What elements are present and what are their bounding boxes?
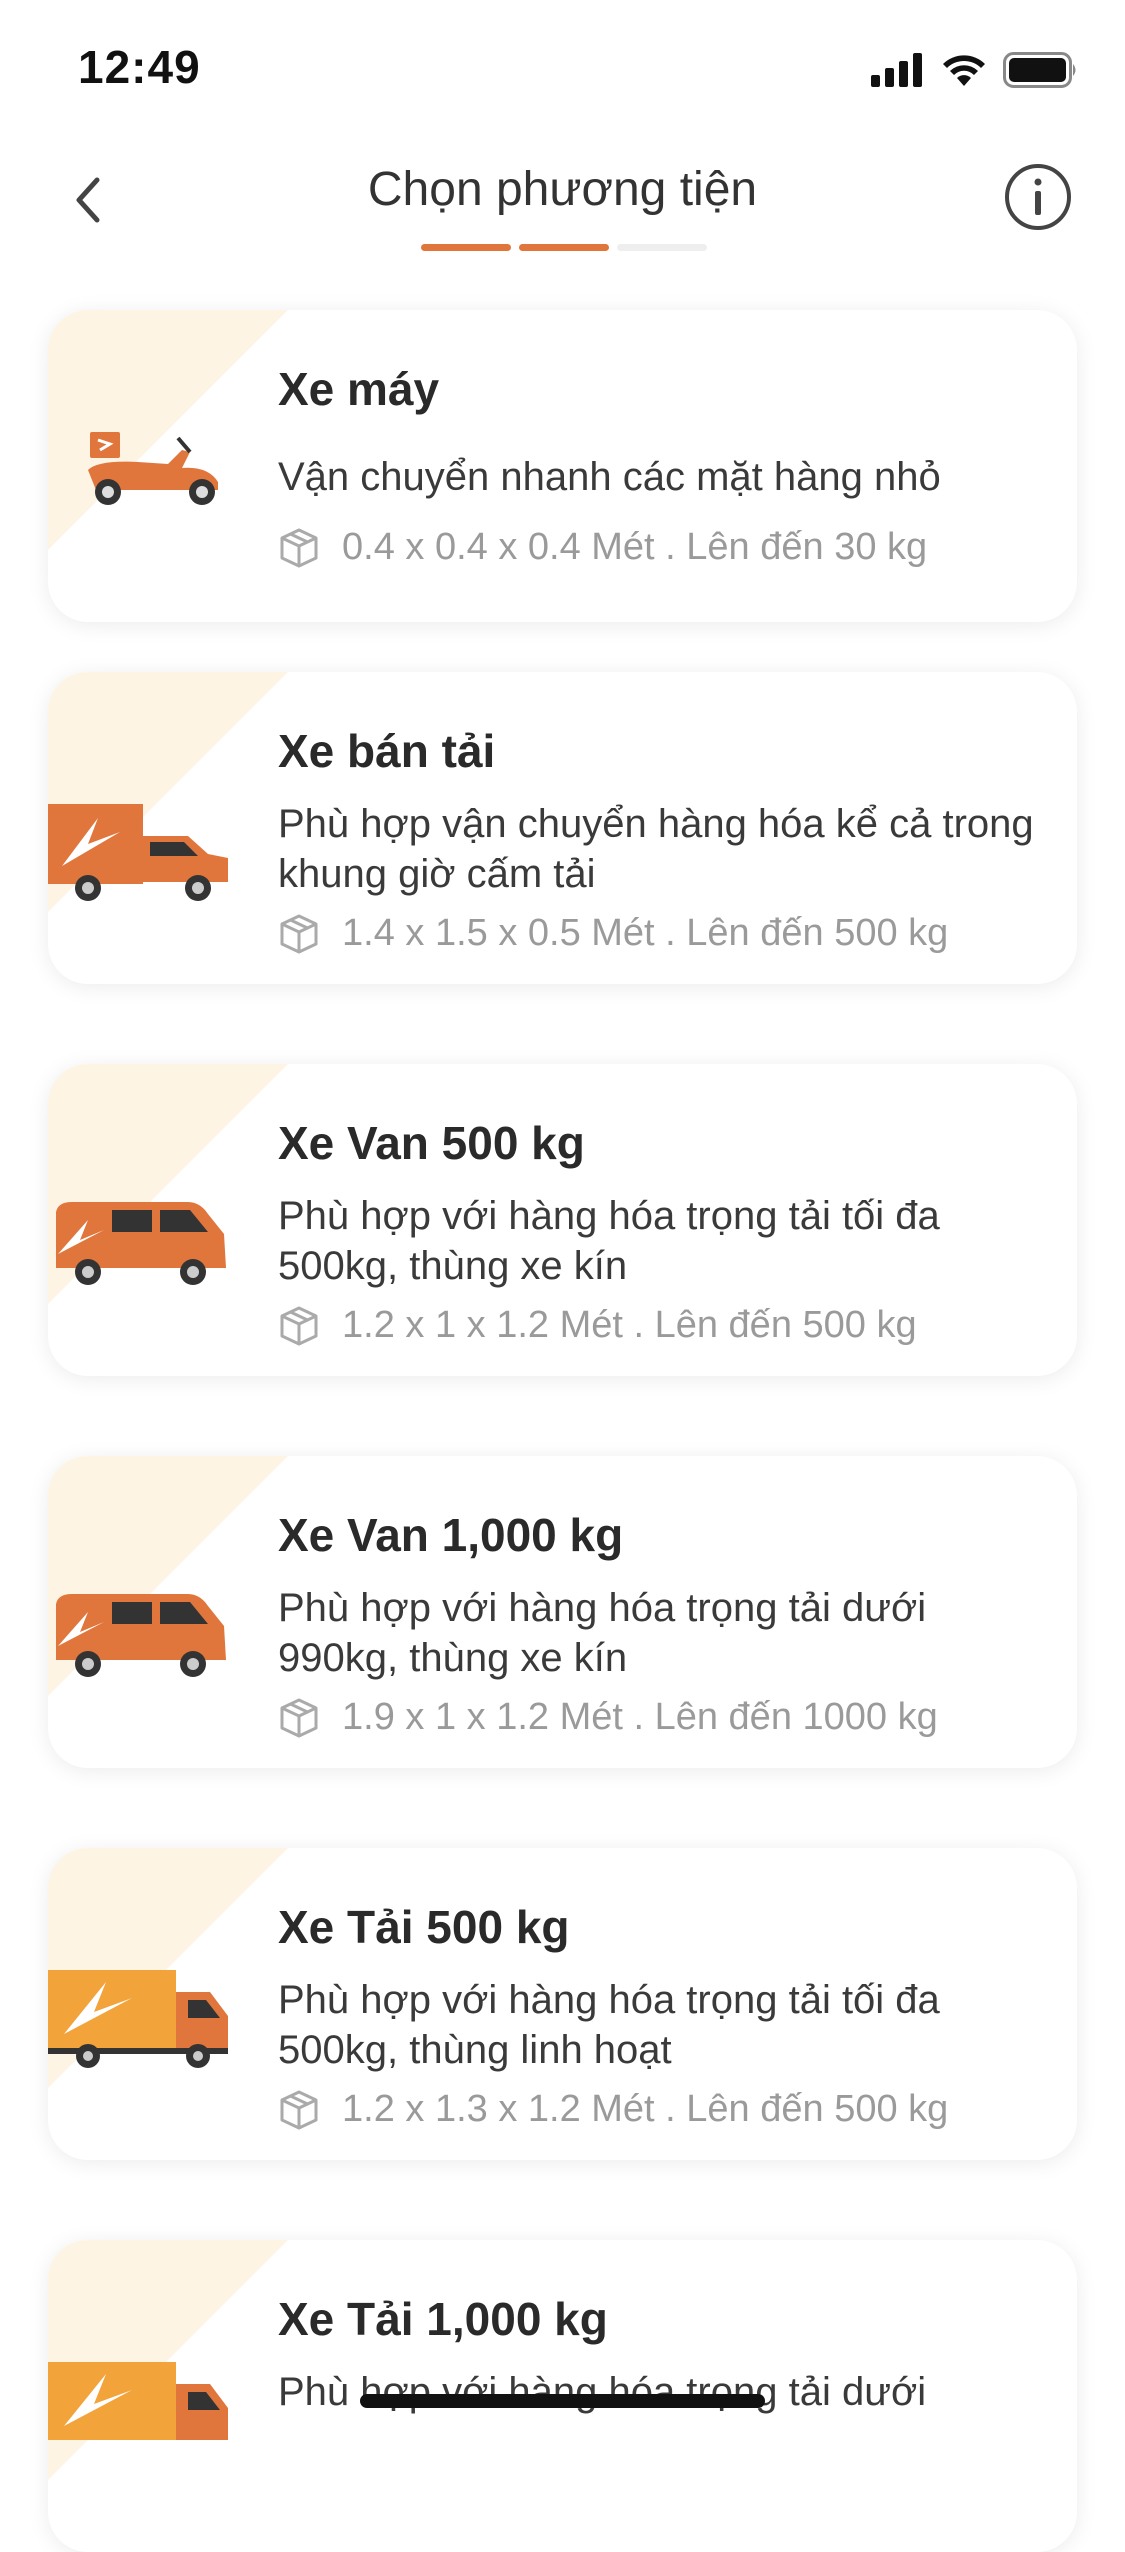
van-icon [56, 1202, 226, 1285]
vehicle-name: Xe máy [278, 363, 440, 415]
vehicle-spec-text: 1.2 x 1 x 1.2 Mét . Lên đến 500 kg [342, 1304, 917, 1346]
vehicle-spec: 1.4 x 1.5 x 0.5 Mét . Lên đến 500 kg [278, 912, 948, 955]
step-2 [519, 244, 609, 251]
van-icon [56, 1594, 226, 1677]
vehicle-name: Xe Tải 1,000 kg [278, 2293, 608, 2345]
vehicle-name: Xe Van 1,000 kg [278, 1509, 624, 1561]
vehicle-spec: 0.4 x 0.4 x 0.4 Mét . Lên đến 30 kg [278, 526, 927, 569]
pickup-truck-icon [48, 804, 228, 901]
page-title: Chọn phương tiện [367, 163, 758, 216]
vehicle-card-truck-500[interactable]: Xe Tải 500 kg Phù hợp với hàng hóa trọng… [48, 1848, 1077, 2160]
step-1 [421, 244, 511, 251]
vehicle-card-van-500[interactable]: Xe Van 500 kg Phù hợp với hàng hóa trọng… [48, 1064, 1077, 1376]
box-icon [280, 1306, 318, 1345]
header: Chọn phương tiện [0, 140, 1125, 270]
vehicle-description: Phù hợp vận chuyển hàng hóa kể cả trong … [278, 802, 1034, 896]
vehicle-spec-text: 0.4 x 0.4 x 0.4 Mét . Lên đến 30 kg [342, 526, 928, 568]
vehicle-description: Phù hợp với hàng hóa trọng tải tối đa 50… [278, 1194, 940, 1288]
cellular-signal-icon [871, 53, 922, 87]
vehicle-name: Xe Van 500 kg [278, 1117, 585, 1169]
vehicle-description: Phù hợp với hàng hóa trọng tải tối đa 50… [278, 1978, 940, 2072]
vehicle-spec: 1.9 x 1 x 1.2 Mét . Lên đến 1000 kg [278, 1696, 938, 1739]
vehicle-name: Xe bán tải [278, 725, 496, 777]
step-indicator [421, 244, 707, 251]
vehicle-card-motorbike[interactable]: Xe máy Vận chuyển nhanh các mặt hàng nhỏ… [48, 310, 1077, 622]
box-icon [280, 528, 318, 567]
vehicle-description: Phù hợp với hàng hóa trọng tải dưới [278, 2370, 927, 2414]
vehicle-card-pickup[interactable]: Xe bán tải Phù hợp vận chuyển hàng hóa k… [48, 672, 1077, 984]
vehicle-spec: 1.2 x 1 x 1.2 Mét . Lên đến 500 kg [278, 1304, 917, 1347]
info-button[interactable] [1003, 162, 1073, 232]
vehicle-spec-text: 1.9 x 1 x 1.2 Mét . Lên đến 1000 kg [342, 1696, 938, 1738]
box-icon [280, 1698, 318, 1737]
vehicle-spec: 1.2 x 1.3 x 1.2 Mét . Lên đến 500 kg [278, 2088, 948, 2131]
box-icon [280, 2090, 318, 2129]
step-3 [617, 244, 707, 251]
motorbike-icon [88, 432, 218, 505]
box-icon [280, 914, 318, 953]
vehicle-description: Phù hợp với hàng hóa trọng tải dưới 990k… [278, 1586, 927, 1680]
truck-icon [48, 1970, 228, 2068]
status-bar: 12:49 [0, 0, 1125, 140]
vehicle-spec-text: 1.2 x 1.3 x 1.2 Mét . Lên đến 500 kg [342, 2088, 949, 2130]
vehicle-spec-text: 1.4 x 1.5 x 0.5 Mét . Lên đến 500 kg [342, 912, 949, 954]
truck-icon [48, 2362, 228, 2440]
vehicle-card-van-1000[interactable]: Xe Van 1,000 kg Phù hợp với hàng hóa trọ… [48, 1456, 1077, 1768]
vehicle-name: Xe Tải 500 kg [278, 1901, 570, 1953]
wifi-icon [943, 55, 985, 86]
battery-icon [1003, 52, 1076, 88]
home-indicator[interactable] [360, 2394, 765, 2408]
status-time: 12:49 [78, 41, 201, 93]
vehicle-description: Vận chuyển nhanh các mặt hàng nhỏ [278, 455, 941, 499]
info-icon [1005, 164, 1071, 230]
status-icons [871, 48, 1079, 92]
